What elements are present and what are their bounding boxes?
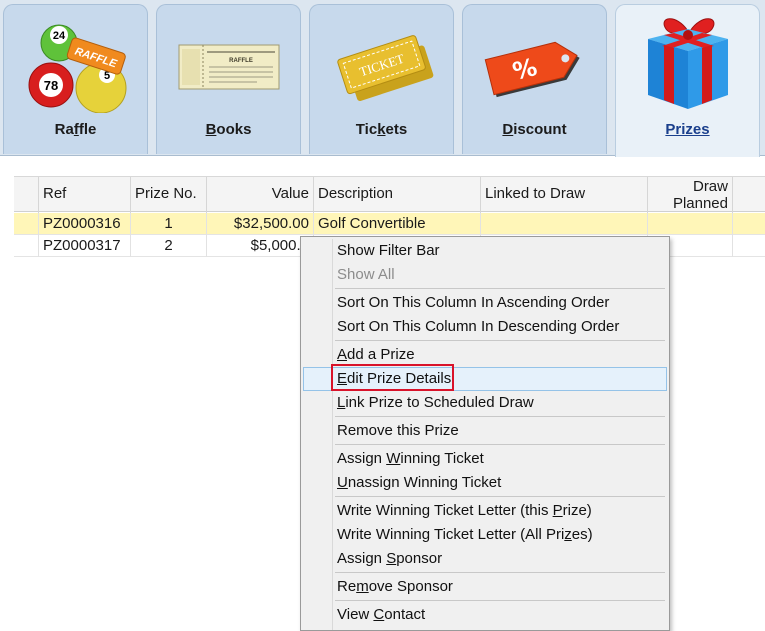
tab-prizes-label: Prizes — [665, 121, 710, 138]
menu-item-edit-prize-details[interactable]: Edit Prize Details — [303, 367, 667, 391]
table-row[interactable]: PZ0000316 1 $32,500.00 Golf Convertible — [14, 213, 765, 235]
menu-item-write-letter-this-prize[interactable]: Write Winning Ticket Letter (this Prize) — [303, 499, 667, 523]
menu-item-show-all[interactable]: Show All — [303, 263, 667, 287]
cell-value[interactable]: $32,500.00 — [207, 213, 314, 235]
tab-books[interactable]: RAFFLE Books — [156, 4, 301, 154]
cell-value[interactable]: $5,000.0 — [207, 235, 314, 257]
module-tab-bar: 24 5 78 RAFFLE Raffle RAFFLE Books TICKE… — [0, 0, 765, 157]
discount-tag-icon: % — [484, 41, 580, 98]
row-indicator[interactable] — [14, 235, 39, 257]
menu-separator — [335, 496, 665, 497]
menu-item-remove-prize[interactable]: Remove this Prize — [303, 419, 667, 443]
tab-discount-label: Discount — [502, 121, 567, 138]
menu-item-add-prize[interactable]: Add a Prize — [303, 343, 667, 367]
cell-prize-no[interactable]: 2 — [131, 235, 207, 257]
gift-box-icon — [648, 18, 728, 109]
tab-raffle-label: Raffle — [54, 121, 97, 138]
tab-raffle[interactable]: 24 5 78 RAFFLE Raffle — [3, 4, 148, 154]
ticket-book-icon: RAFFLE — [178, 44, 280, 90]
menu-item-show-filter-bar[interactable]: Show Filter Bar — [303, 239, 667, 263]
tab-books-label: Books — [205, 121, 252, 138]
menu-item-assign-sponsor[interactable]: Assign Sponsor — [303, 547, 667, 571]
column-header-ref[interactable]: Ref — [39, 177, 131, 213]
menu-item-link-prize-to-draw[interactable]: Link Prize to Scheduled Draw — [303, 391, 667, 415]
menu-separator — [335, 444, 665, 445]
cell-description[interactable]: Golf Convertible — [314, 213, 481, 235]
raffle-balls-icon: 24 5 78 RAFFLE — [28, 24, 127, 113]
row-indicator[interactable] — [14, 213, 39, 235]
column-header-extra[interactable] — [733, 177, 765, 213]
column-header-description[interactable]: Description — [314, 177, 481, 213]
menu-separator — [335, 600, 665, 601]
column-header-prize-no[interactable]: Prize No. — [131, 177, 207, 213]
tab-discount[interactable]: % Discount — [462, 4, 607, 154]
menu-separator — [335, 572, 665, 573]
svg-text:24: 24 — [53, 30, 66, 42]
cell-draw-planned[interactable] — [648, 213, 733, 235]
menu-item-view-contact[interactable]: View Contact — [303, 603, 667, 627]
row-indicator-header[interactable] — [14, 177, 39, 213]
tab-tickets[interactable]: TICKET Tickets — [309, 4, 454, 154]
column-header-draw-planned[interactable]: Draw Planned — [648, 177, 733, 213]
svg-text:78: 78 — [44, 78, 58, 93]
menu-separator — [335, 416, 665, 417]
menu-item-write-letter-all-prizes[interactable]: Write Winning Ticket Letter (All Prizes) — [303, 523, 667, 547]
menu-item-remove-sponsor[interactable]: Remove Sponsor — [303, 575, 667, 599]
menu-item-sort-ascending[interactable]: Sort On This Column In Ascending Order — [303, 291, 667, 315]
column-header-value[interactable]: Value — [207, 177, 314, 213]
cell-ref[interactable]: PZ0000316 — [39, 213, 131, 235]
menu-separator — [335, 340, 665, 341]
cell-linked-to-draw[interactable] — [481, 213, 648, 235]
tab-prizes[interactable]: Prizes — [615, 4, 760, 157]
grid-header: Ref Prize No. Value Description Linked t… — [14, 176, 765, 213]
svg-text:RAFFLE: RAFFLE — [229, 58, 253, 64]
cell-ref[interactable]: PZ0000317 — [39, 235, 131, 257]
menu-item-sort-descending[interactable]: Sort On This Column In Descending Order — [303, 315, 667, 339]
column-header-linked-to-draw[interactable]: Linked to Draw — [481, 177, 648, 213]
tab-tickets-label: Tickets — [355, 121, 408, 138]
menu-item-unassign-winning-ticket[interactable]: Unassign Winning Ticket — [303, 471, 667, 495]
menu-item-assign-winning-ticket[interactable]: Assign Winning Ticket — [303, 447, 667, 471]
context-menu: Show Filter Bar Show All Sort On This Co… — [300, 236, 670, 631]
cell-prize-no[interactable]: 1 — [131, 213, 207, 235]
tickets-icon: TICKET — [337, 35, 434, 101]
menu-separator — [335, 288, 665, 289]
